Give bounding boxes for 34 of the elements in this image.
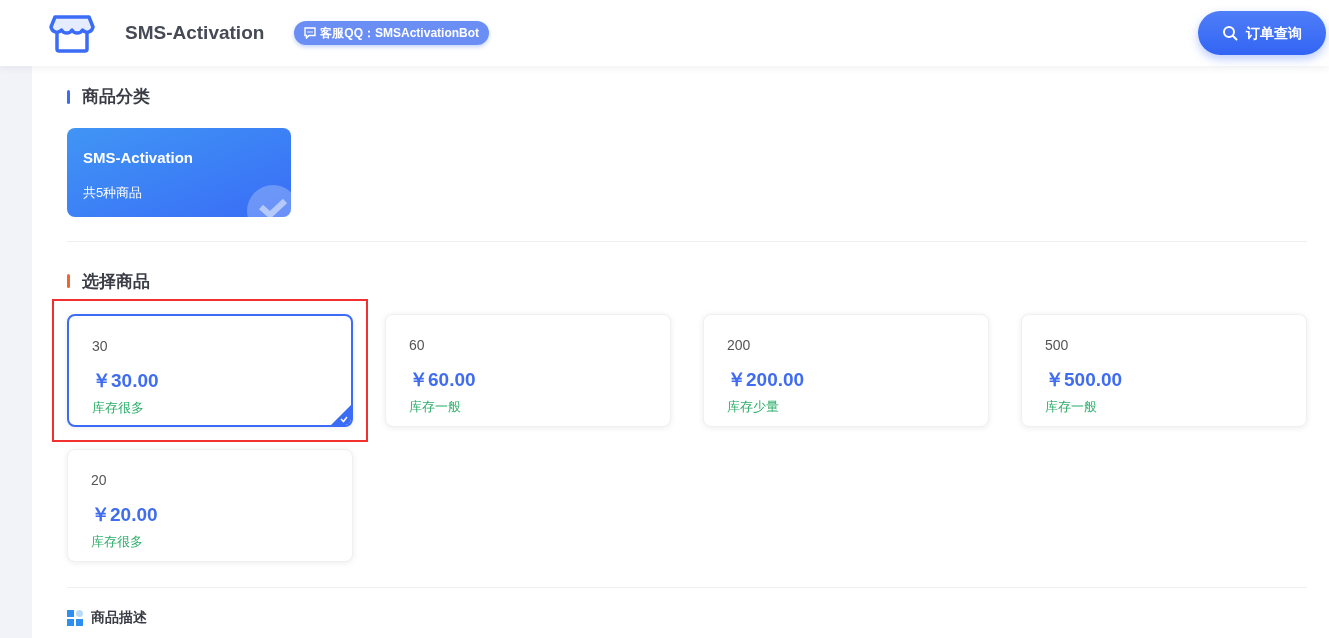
product-price: ￥500.00 [1045, 368, 1124, 392]
product-name: 60 [409, 336, 426, 355]
product-name: 30 [92, 337, 109, 356]
section-title: 商品描述 [91, 608, 147, 627]
shop-icon [49, 13, 95, 53]
product-card[interactable]: 500 ￥500.00 库存一般 [1021, 314, 1307, 427]
product-price: ￥200.00 [727, 368, 806, 392]
product-card[interactable]: 60 ￥60.00 库存一般 [385, 314, 671, 427]
category-card[interactable]: SMS-Activation 共5种商品 [67, 127, 291, 217]
support-text: 客服QQ：SMSActivationBot [320, 25, 480, 42]
product-name: 200 [727, 336, 752, 355]
product-name: 20 [91, 471, 108, 490]
stock-status: 库存很多 [92, 398, 145, 417]
category-count: 共5种商品 [83, 184, 144, 202]
product-name: 500 [1045, 336, 1070, 355]
order-search-button[interactable]: 订单查询 [1198, 11, 1326, 55]
grid-icon [67, 609, 83, 626]
stock-status: 库存一般 [409, 397, 462, 416]
site-title: SMS-Activation [125, 20, 265, 45]
search-icon [1222, 25, 1238, 41]
stock-status: 库存少量 [727, 397, 780, 416]
stock-status: 库存一般 [1045, 397, 1098, 416]
chat-icon [304, 27, 317, 39]
product-card[interactable]: 30 ￥30.00 库存很多 [67, 314, 353, 427]
corner-check-icon [331, 405, 351, 425]
product-price: ￥60.00 [409, 368, 477, 392]
product-card[interactable]: 20 ￥20.00 库存很多 [67, 449, 353, 562]
product-price: ￥30.00 [92, 369, 160, 393]
category-name: SMS-Activation [83, 147, 194, 168]
stock-status: 库存很多 [91, 532, 144, 551]
section-title: 选择商品 [82, 270, 150, 293]
product-price: ￥20.00 [91, 503, 159, 527]
product-card[interactable]: 200 ￥200.00 库存少量 [703, 314, 989, 427]
section-title: 商品分类 [82, 86, 150, 108]
